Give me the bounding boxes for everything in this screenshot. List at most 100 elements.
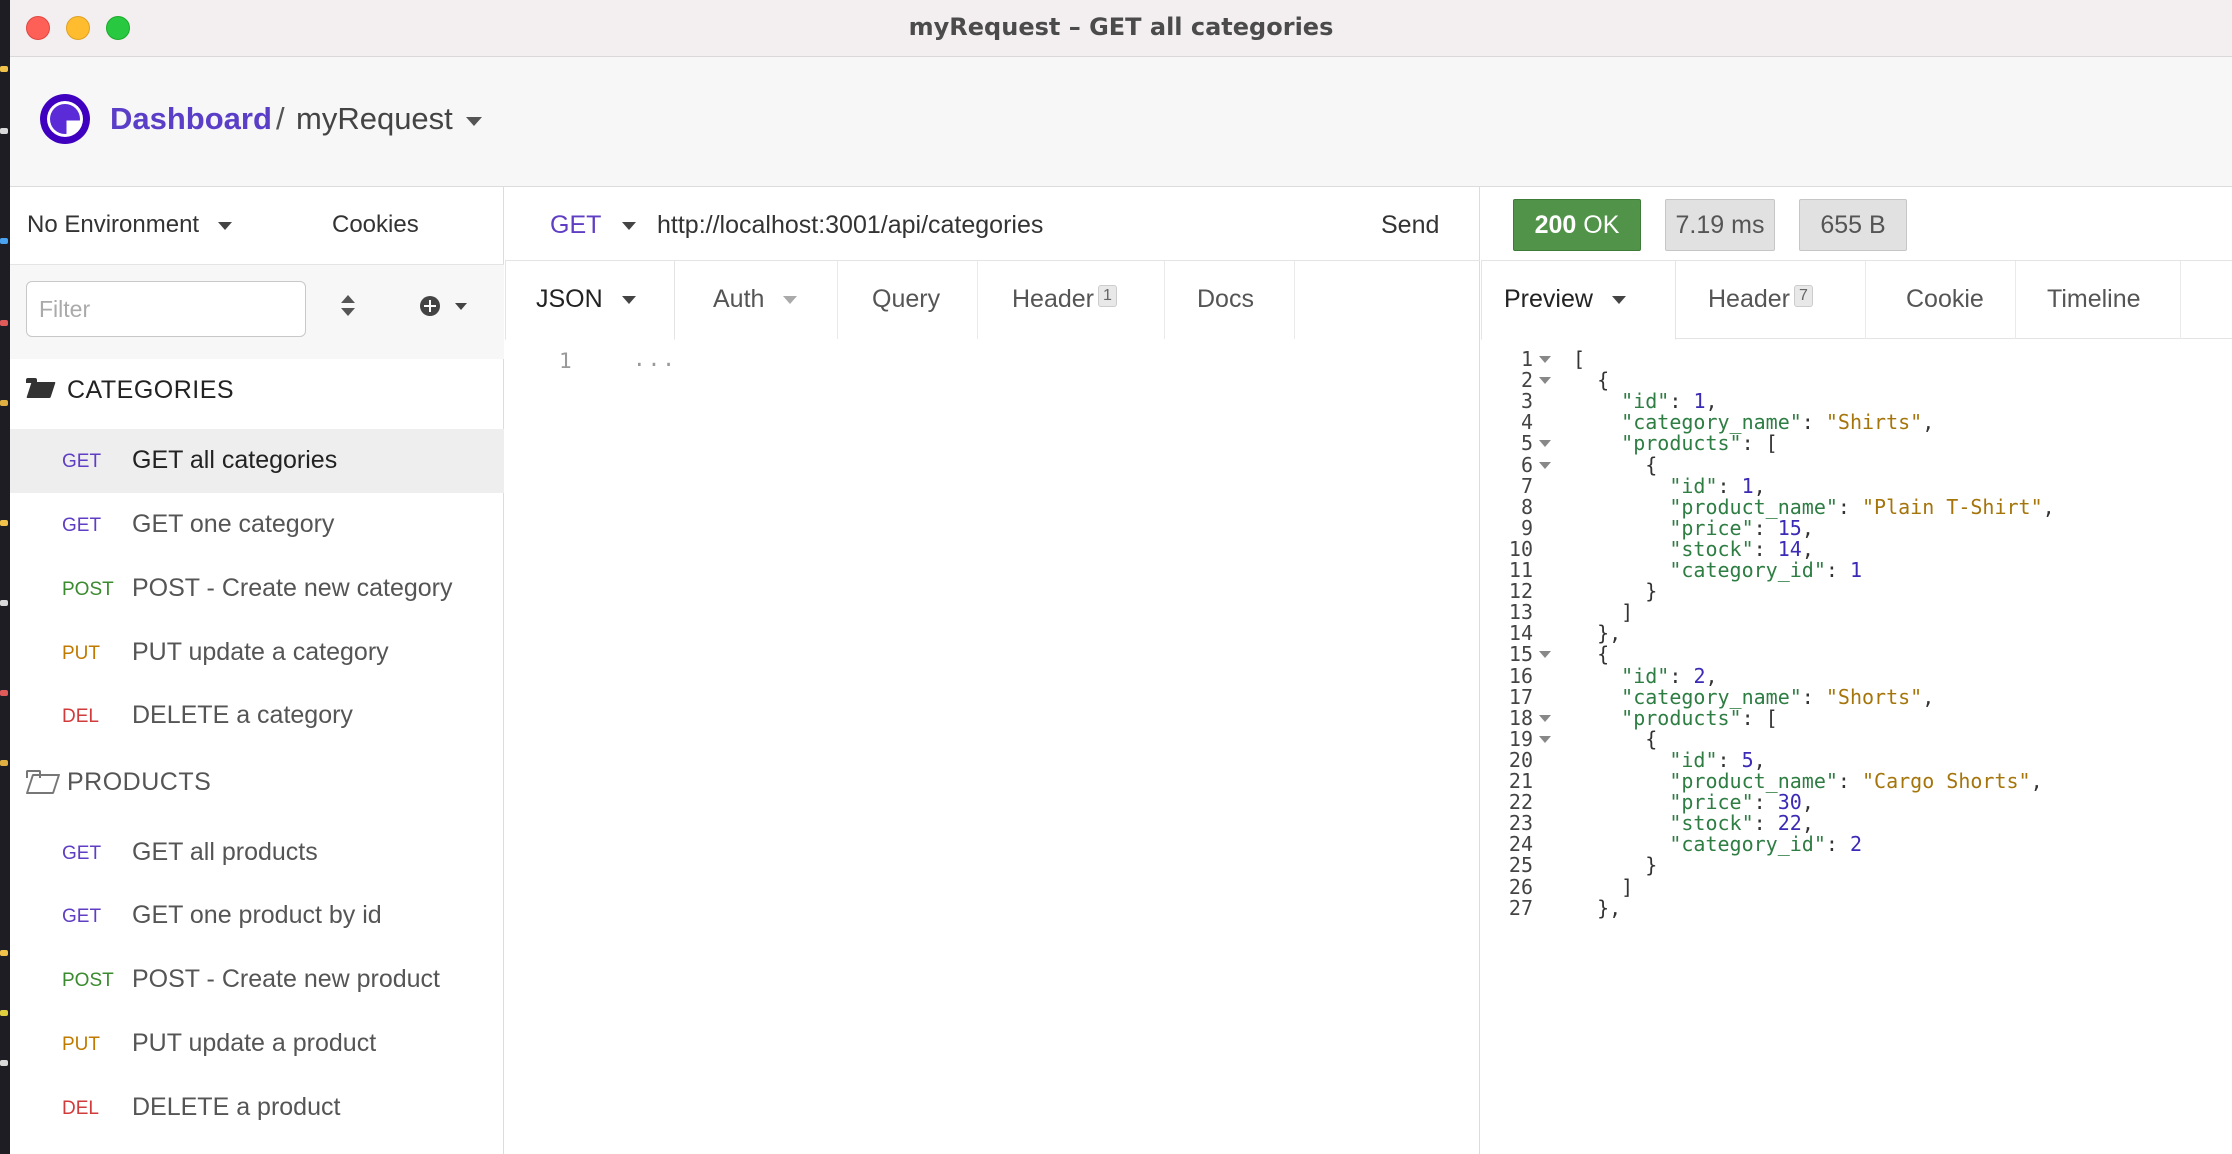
- request-pane: GET http://localhost:3001/api/categories…: [505, 187, 1480, 1154]
- environment-selector[interactable]: No Environment: [27, 211, 232, 239]
- tab-label: Timeline: [2047, 285, 2141, 313]
- request-item-update-product[interactable]: PUT PUT update a product: [10, 1012, 504, 1076]
- request-name: GET all categories: [132, 446, 338, 474]
- request-item-get-all-products[interactable]: GET GET all products: [10, 821, 504, 885]
- tab-cookie[interactable]: Cookie: [1866, 261, 2016, 339]
- tab-docs[interactable]: Docs: [1165, 261, 1295, 339]
- tab-query[interactable]: Query: [838, 261, 978, 339]
- app-header: Dashboard / myRequest: [10, 57, 2232, 187]
- tab-label: JSON: [536, 285, 603, 313]
- request-item-create-product[interactable]: POST POST - Create new product: [10, 948, 504, 1012]
- app-window: myRequest – GET all categories Dashboard…: [10, 0, 2232, 1154]
- preview-chevron-icon: [1611, 296, 1626, 305]
- tab-label: Header: [1708, 285, 1790, 313]
- fold-chevron-icon[interactable]: [1539, 651, 1551, 659]
- workspace-menu-chevron-icon[interactable]: [466, 117, 482, 126]
- method-badge: POST: [62, 970, 114, 991]
- response-status-bar: 200 OK 7.19 ms 655 B: [1481, 187, 2232, 261]
- body-type-chevron-icon: [621, 296, 636, 305]
- request-item-get-one-product[interactable]: GET GET one product by id: [10, 884, 504, 948]
- environment-label: No Environment: [27, 211, 200, 238]
- url-input[interactable]: http://localhost:3001/api/categories: [657, 211, 1043, 240]
- request-name: GET one category: [132, 510, 335, 538]
- workspace-name[interactable]: myRequest: [296, 101, 453, 137]
- folder-label: CATEGORIES: [67, 376, 235, 404]
- fold-chevron-icon[interactable]: [1539, 735, 1551, 743]
- method-badge: PUT: [62, 1034, 100, 1055]
- method-badge: DEL: [62, 1098, 99, 1119]
- request-name: POST - Create new product: [132, 965, 441, 993]
- method-badge: GET: [62, 843, 102, 864]
- response-header-count-badge: 7: [1794, 285, 1813, 307]
- request-name: DELETE a product: [132, 1093, 341, 1121]
- tab-json-body[interactable]: JSON: [505, 261, 675, 340]
- request-item-delete-category[interactable]: DEL DELETE a category: [10, 684, 504, 748]
- request-item-get-all-categories[interactable]: GET GET all categories: [10, 429, 504, 493]
- tab-label: Cookie: [1906, 285, 1984, 313]
- request-name: POST - Create new category: [132, 574, 453, 602]
- folder-open-icon: [26, 378, 52, 398]
- app-logo-icon[interactable]: [40, 94, 90, 144]
- auth-chevron-icon: [783, 296, 798, 305]
- tab-label: Header: [1012, 285, 1094, 313]
- title-bar: myRequest – GET all categories: [10, 0, 2232, 57]
- tab-preview[interactable]: Preview: [1481, 261, 1676, 340]
- filter-row: [10, 265, 504, 359]
- tab-label: Auth: [713, 285, 765, 313]
- fold-chevron-icon[interactable]: [1539, 440, 1551, 448]
- fold-chevron-icon[interactable]: [1539, 461, 1551, 469]
- add-circle-icon[interactable]: [420, 296, 440, 316]
- status-code: 200: [1534, 211, 1577, 239]
- environment-chevron-icon: [217, 221, 232, 230]
- tab-header[interactable]: Header 1: [978, 261, 1165, 339]
- fold-chevron-icon[interactable]: [1539, 377, 1551, 385]
- http-method-selector[interactable]: GET: [550, 211, 636, 240]
- request-item-create-category[interactable]: POST POST - Create new category: [10, 557, 504, 621]
- send-button[interactable]: Send: [1381, 211, 1439, 240]
- request-item-delete-product[interactable]: DEL DELETE a product: [10, 1076, 504, 1140]
- tab-timeline[interactable]: Timeline: [2016, 261, 2181, 339]
- cookies-button[interactable]: Cookies: [332, 211, 419, 239]
- method-badge: DEL: [62, 706, 99, 727]
- request-item-update-category[interactable]: PUT PUT update a category: [10, 621, 504, 685]
- request-item-get-one-category[interactable]: GET GET one category: [10, 493, 504, 557]
- filter-input[interactable]: [26, 281, 306, 337]
- line-number: 27: [1508, 895, 1533, 920]
- fold-chevron-icon[interactable]: [1539, 356, 1551, 363]
- tab-response-header[interactable]: Header 7: [1676, 261, 1866, 339]
- desktop-background: [0, 0, 10, 1154]
- response-size-badge: 655 B: [1799, 199, 1907, 251]
- folder-categories[interactable]: CATEGORIES: [10, 365, 504, 417]
- tab-auth[interactable]: Auth: [675, 261, 838, 339]
- http-method-label: GET: [550, 211, 601, 239]
- method-badge: PUT: [62, 643, 100, 664]
- tab-label: Preview: [1504, 285, 1593, 313]
- status-badge: 200 OK: [1513, 199, 1641, 251]
- folder-products[interactable]: PRODUCTS: [10, 757, 504, 809]
- request-name: DELETE a category: [132, 701, 353, 729]
- line-number: 1: [559, 349, 572, 373]
- method-badge: GET: [62, 515, 102, 536]
- folder-closed-icon: [26, 770, 52, 790]
- url-bar: GET http://localhost:3001/api/categories…: [505, 187, 1480, 261]
- collapsed-body-placeholder: ...: [633, 347, 677, 371]
- breadcrumb-dashboard-link[interactable]: Dashboard: [110, 101, 272, 137]
- method-badge: GET: [62, 451, 102, 472]
- method-chevron-icon: [621, 222, 636, 231]
- response-tabs: Preview Header 7 Cookie Timeline: [1481, 261, 2232, 340]
- method-badge: POST: [62, 579, 114, 600]
- sidebar: No Environment Cookies CATEGORIES GET GE…: [10, 187, 504, 1154]
- status-text: OK: [1583, 211, 1620, 239]
- folder-label: PRODUCTS: [67, 768, 212, 796]
- method-badge: GET: [62, 906, 102, 927]
- response-pane: 200 OK 7.19 ms 655 B Preview Header 7 Coo…: [1481, 187, 2232, 1154]
- response-code: },: [1573, 895, 1622, 920]
- sort-icon[interactable]: [340, 295, 356, 319]
- environment-bar: No Environment Cookies: [10, 187, 504, 265]
- add-menu-chevron-icon[interactable]: [455, 303, 467, 310]
- tab-label: Query: [872, 285, 941, 313]
- request-name: GET one product by id: [132, 901, 382, 929]
- tab-label: Docs: [1197, 285, 1254, 313]
- breadcrumb-separator: /: [276, 101, 285, 136]
- fold-chevron-icon[interactable]: [1539, 714, 1551, 722]
